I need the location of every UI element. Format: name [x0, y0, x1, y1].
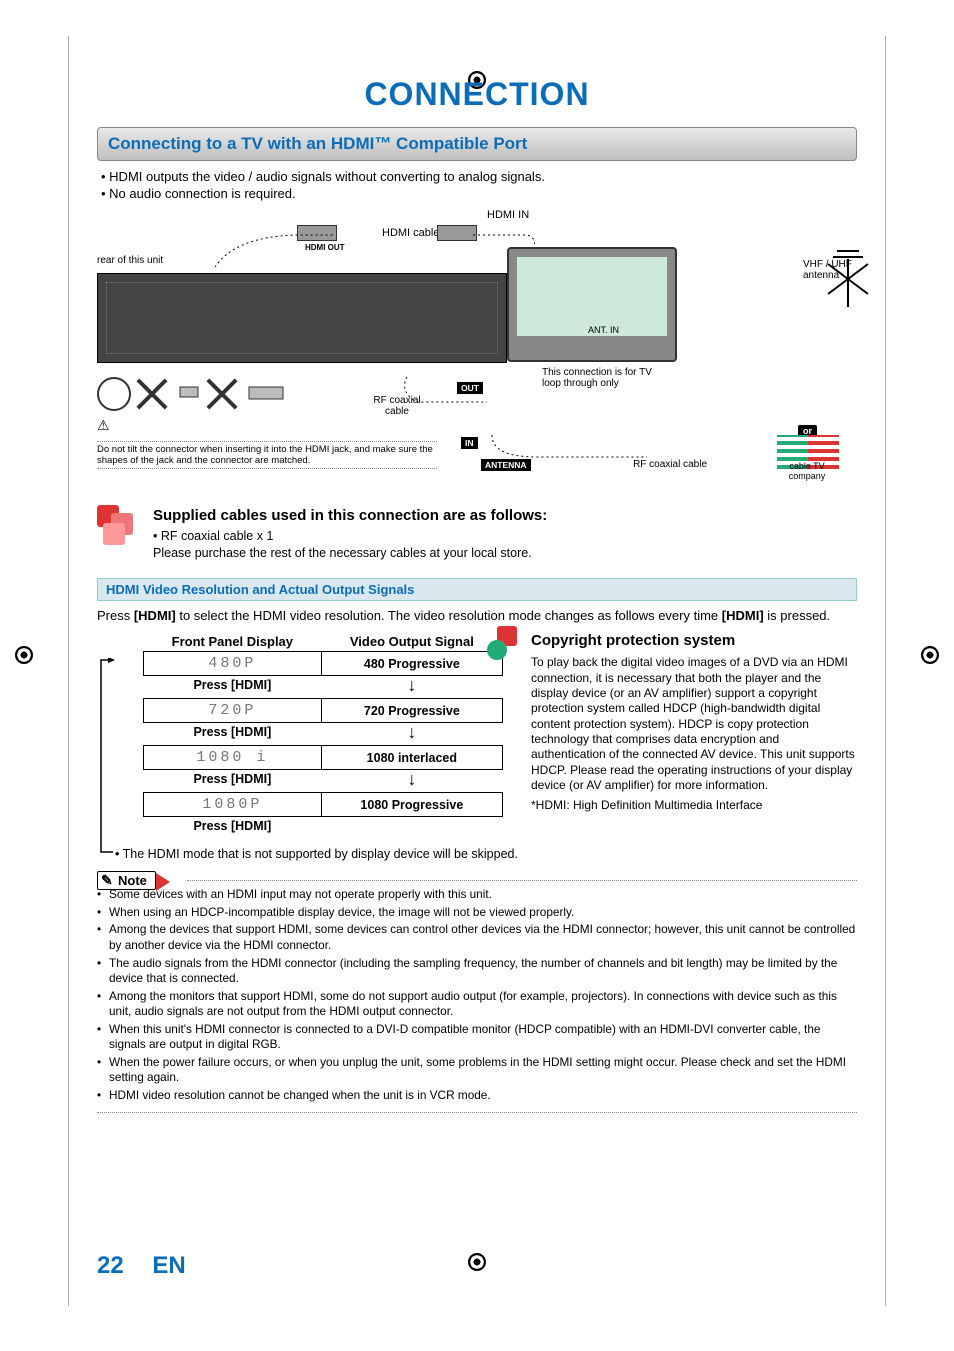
press-hdmi-row: Press [HDMI]↓	[144, 770, 503, 793]
supplied-cables-block: Supplied cables used in this connection …	[153, 507, 857, 562]
supplied-note: Please purchase the rest of the necessar…	[153, 545, 857, 562]
supplied-item: • RF coaxial cable x 1	[153, 528, 857, 545]
intro-bullet-list: HDMI outputs the video / audio signals w…	[97, 169, 857, 201]
note-item: When using an HDCP-incompatible display …	[97, 905, 857, 921]
connection-diagram: rear of this unit HDMI cable HDMI IN HDM…	[97, 207, 857, 499]
intro-bullet: HDMI outputs the video / audio signals w…	[101, 169, 857, 184]
press-hdmi-row: Press [HDMI]↓	[144, 723, 503, 746]
down-arrow-icon: ↓	[321, 723, 502, 746]
press-hdmi-row: Press [HDMI]↓	[144, 676, 503, 699]
chapter-title: CONNECTION	[97, 76, 857, 113]
decorative-cube-icon	[487, 626, 527, 666]
page-language: EN	[152, 1252, 185, 1279]
copyright-body: To play back the digital video images of…	[531, 655, 857, 793]
subsection-heading: HDMI Video Resolution and Actual Output …	[97, 578, 857, 601]
front-panel-value: 480P	[144, 652, 322, 676]
dvd-unit-rear	[97, 273, 507, 363]
press-hdmi-row: Press [HDMI]	[144, 817, 503, 840]
rear-of-unit-label: rear of this unit	[97, 255, 163, 266]
front-panel-value: 1080P	[144, 793, 322, 817]
note-list: Some devices with an HDMI input may not …	[97, 881, 857, 1111]
note-item: The audio signals from the HDMI connecto…	[97, 956, 857, 987]
output-signal-value: 1080 Progressive	[321, 793, 502, 817]
output-signal-value: 480 Progressive	[321, 652, 502, 676]
note-block: Note Some devices with an HDMI input may…	[97, 871, 857, 1112]
note-item: Among the devices that support HDMI, som…	[97, 922, 857, 953]
front-panel-value: 720P	[144, 699, 322, 723]
table-header-display: Front Panel Display	[144, 632, 322, 652]
decorative-cube-icon	[97, 505, 137, 545]
output-signal-value: 1080 interlaced	[321, 746, 502, 770]
resolution-intro-text: Press [HDMI] to select the HDMI video re…	[97, 607, 857, 625]
front-panel-value: 1080 i	[144, 746, 322, 770]
note-item: When this unit's HDMI connector is conne…	[97, 1022, 857, 1053]
supplied-heading: Supplied cables used in this connection …	[153, 507, 857, 524]
table-header-signal: Video Output Signal	[321, 632, 502, 652]
note-item: When the power failure occurs, or when y…	[97, 1055, 857, 1086]
hdmi-dotted-line	[215, 232, 535, 282]
hdmi-tilt-warning: Do not tilt the connector when inserting…	[97, 441, 437, 469]
down-arrow-icon: ↓	[321, 770, 502, 793]
manual-page: CONNECTION Connecting to a TV with an HD…	[68, 36, 886, 1306]
cable-company-label: cable TV company	[777, 461, 837, 481]
copyright-column: Copyright protection system To play back…	[531, 632, 857, 817]
copyright-heading: Copyright protection system	[531, 632, 857, 649]
ant-in-label: ANT. IN	[588, 325, 619, 335]
hdmi-skip-note: • The HDMI mode that is not supported by…	[115, 847, 857, 861]
note-item: HDMI video resolution cannot be changed …	[97, 1088, 857, 1104]
note-item: Among the monitors that support HDMI, so…	[97, 989, 857, 1020]
hdmi-in-label: HDMI IN	[487, 209, 529, 221]
connector-orientation-icons	[97, 377, 289, 411]
page-footer: 22 EN	[97, 1252, 186, 1280]
table-row: 480P 480 Progressive	[144, 652, 503, 676]
section-heading: Connecting to a TV with an HDMI™ Compati…	[97, 127, 857, 161]
down-arrow-icon: ↓	[321, 676, 502, 699]
note-item: Some devices with an HDMI input may not …	[97, 887, 857, 903]
output-signal-value: 720 Progressive	[321, 699, 502, 723]
table-row: 720P 720 Progressive	[144, 699, 503, 723]
page-number: 22	[97, 1252, 124, 1279]
print-registration-mark	[15, 646, 33, 664]
table-row: 1080P 1080 Progressive	[144, 793, 503, 817]
intro-bullet: No audio connection is required.	[101, 186, 857, 201]
tv-icon	[507, 247, 677, 362]
hdmi-definition-note: *HDMI: High Definition Multimedia Interf…	[531, 798, 857, 813]
print-registration-mark	[921, 646, 939, 664]
warning-triangle-icon: ⚠	[97, 417, 110, 434]
table-row: 1080 i 1080 interlaced	[144, 746, 503, 770]
antenna-label: VHF / UHF antenna	[803, 259, 857, 281]
resolution-table: Front Panel Display Video Output Signal …	[143, 632, 503, 839]
